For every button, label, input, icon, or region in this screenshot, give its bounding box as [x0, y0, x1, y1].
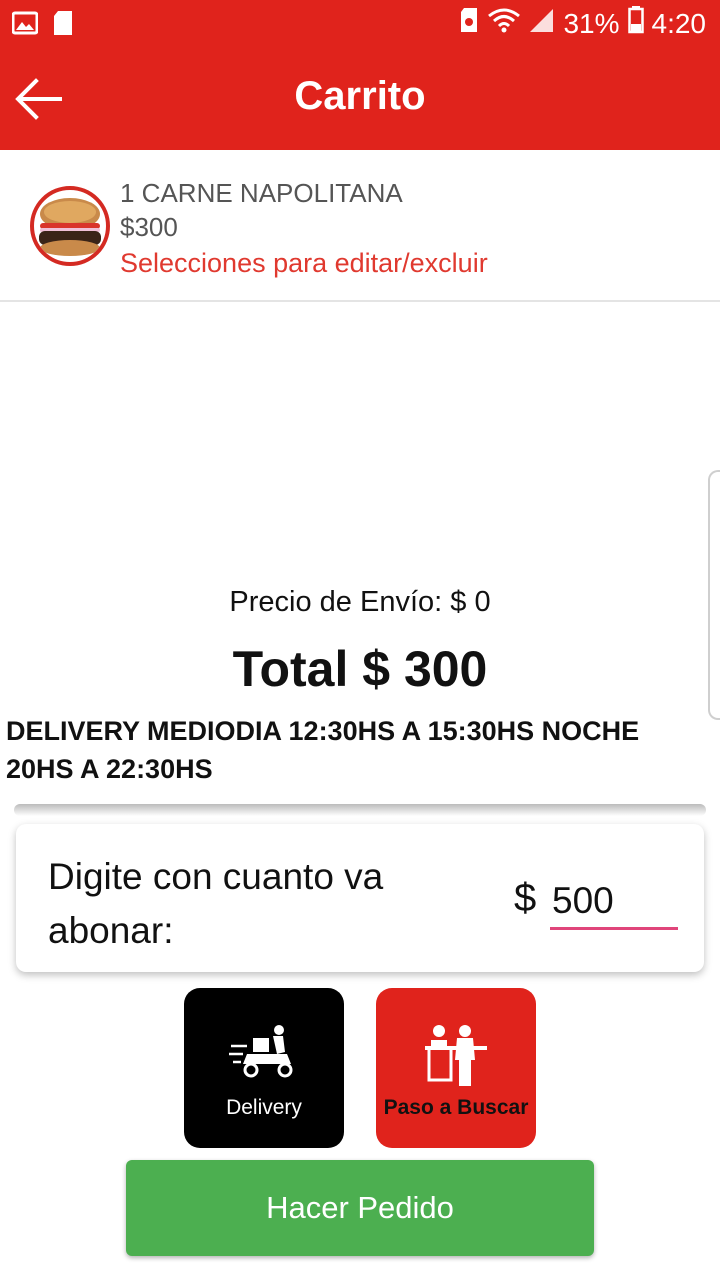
payment-card: Digite con cuanto va abonar: $	[16, 824, 704, 972]
payment-label: Digite con cuanto va abonar:	[48, 856, 384, 951]
delivery-option-button[interactable]: Delivery	[184, 988, 344, 1148]
signal-icon	[529, 7, 555, 40]
image-icon	[11, 10, 39, 41]
pickup-option-label: Paso a Buscar	[383, 1096, 529, 1119]
item-price: $300	[120, 212, 178, 242]
pickup-option-button[interactable]: Paso a Buscar	[376, 988, 536, 1148]
divider	[14, 804, 706, 816]
counter-service-icon	[421, 1024, 491, 1093]
edit-hint[interactable]: Selecciones para editar/excluir	[120, 248, 488, 279]
status-bar: 31% 4:20	[0, 0, 720, 48]
sim-icon	[459, 7, 479, 40]
currency-symbol: $	[514, 876, 537, 920]
payment-amount-input[interactable]	[550, 874, 678, 930]
battery-percent: 31%	[563, 7, 620, 39]
delivery-option-label: Delivery	[226, 1096, 302, 1119]
wifi-icon	[487, 7, 521, 40]
battery-icon	[627, 6, 644, 41]
shipping-price: Precio de Envío: $ 0	[229, 586, 491, 618]
burger-image	[30, 186, 110, 266]
delivery-hours: DELIVERY MEDIODIA 12:30HS A 15:30HS NOCH…	[6, 716, 640, 784]
cart-item[interactable]: 1 CARNE NAPOLITANA $300 Selecciones para…	[0, 150, 720, 302]
total-price: Total $ 300	[232, 641, 488, 697]
item-name: 1 CARNE NAPOLITANA	[120, 178, 403, 208]
place-order-button[interactable]: Hacer Pedido	[126, 1160, 594, 1256]
delivery-scooter-icon	[229, 1024, 299, 1085]
sd-card-icon	[52, 10, 74, 41]
page-title: Carrito	[294, 74, 426, 118]
clock: 4:20	[651, 7, 707, 39]
app-bar: Carrito	[0, 48, 720, 150]
